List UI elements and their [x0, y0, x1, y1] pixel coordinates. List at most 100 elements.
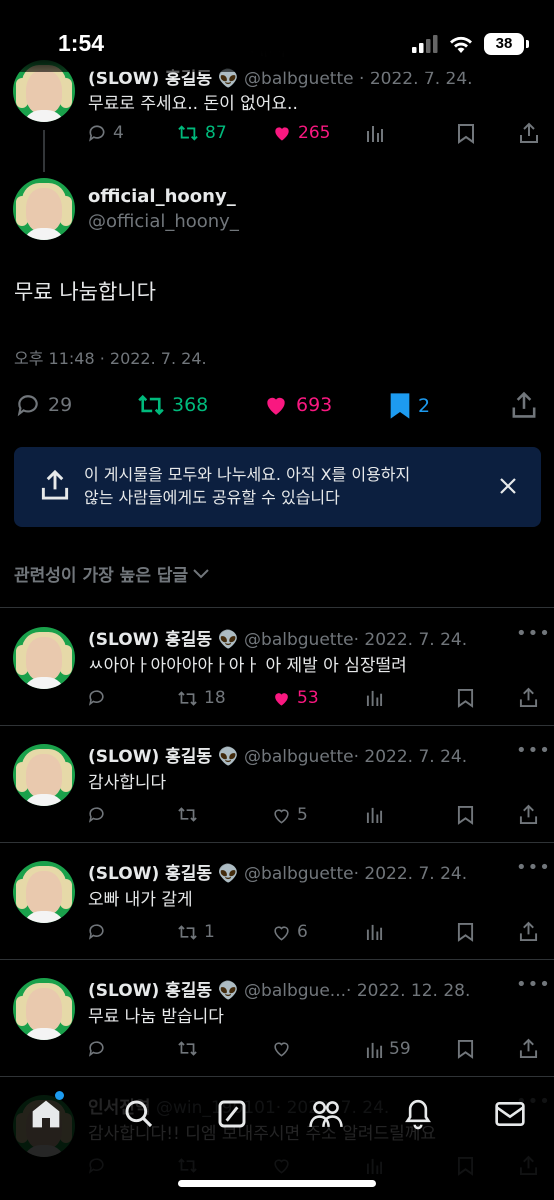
home-indicator	[178, 1180, 376, 1187]
like-count: 693	[296, 394, 333, 416]
status-time: 1:54	[58, 30, 105, 56]
avatar[interactable]	[13, 861, 75, 923]
reply-button[interactable]: 4	[87, 123, 124, 143]
alien-emoji-icon: 👽	[217, 69, 239, 89]
views-count: 59	[389, 1039, 411, 1059]
search-icon[interactable]	[123, 1098, 155, 1130]
views-icon	[366, 924, 383, 940]
views-button[interactable]	[366, 688, 389, 707]
avatar[interactable]	[13, 978, 75, 1040]
author-name[interactable]: official_hoony_	[88, 186, 236, 207]
views-button[interactable]	[366, 123, 384, 143]
author-name: (SLOW) 홍길동	[88, 69, 213, 89]
bookmark-icon	[457, 806, 474, 825]
share-banner-line2: 않는 사람들에게도 공유할 수 있습니다	[84, 488, 340, 507]
reply-icon	[88, 1041, 104, 1057]
retweet-button[interactable]: 368	[136, 392, 208, 418]
more-options-icon[interactable]: •••	[516, 974, 551, 995]
reply-button[interactable]: 29	[14, 392, 72, 418]
notification-dot	[55, 1091, 64, 1100]
close-icon[interactable]	[499, 477, 517, 495]
reply-button[interactable]	[87, 688, 112, 707]
like-button[interactable]: 693	[262, 392, 332, 418]
retweet-count: 368	[172, 394, 209, 416]
bookmark-button[interactable]: 2	[388, 392, 430, 420]
bookmark-count: 2	[418, 395, 431, 417]
bookmark-button[interactable]	[457, 922, 474, 942]
bookmark-button[interactable]	[457, 1039, 474, 1059]
retweet-count: 1	[204, 922, 215, 942]
share-button[interactable]	[519, 687, 538, 708]
share-button[interactable]	[519, 921, 538, 942]
reply-text: 무료 나눔 받습니다	[88, 1007, 224, 1027]
messages-icon[interactable]	[494, 1100, 526, 1128]
like-button[interactable]: 6	[272, 922, 308, 942]
like-button[interactable]: 265	[272, 123, 330, 143]
retweet-count: 87	[205, 123, 227, 143]
avatar[interactable]	[13, 178, 75, 240]
share-banner[interactable]: 이 게시물을 모두와 나누세요. 아직 X를 이용하지 않는 사람들에게도 공유…	[14, 447, 541, 527]
heart-filled-icon	[275, 692, 288, 706]
share-button[interactable]	[519, 804, 538, 825]
retweet-icon	[178, 690, 197, 706]
reply-date: · 2022. 12. 28.	[346, 981, 471, 1001]
bookmark-button[interactable]	[457, 123, 475, 144]
reply-button[interactable]	[87, 805, 112, 824]
more-options-icon[interactable]: •••	[516, 740, 551, 761]
share-button[interactable]	[511, 391, 537, 419]
reply-icon	[17, 395, 38, 417]
views-icon	[366, 690, 383, 706]
home-icon[interactable]	[30, 1098, 62, 1130]
retweet-button[interactable]	[177, 1039, 204, 1058]
tweet-text: 무료로 주세요.. 돈이 없어요..	[88, 94, 298, 114]
reply-text: 오빠 내가 갈게	[88, 890, 193, 910]
more-options-icon[interactable]: •••	[516, 857, 551, 878]
reply-date: · 2022. 7. 24.	[353, 864, 468, 884]
divider	[0, 1076, 554, 1077]
views-button[interactable]: 59	[366, 1039, 411, 1059]
heart-icon	[274, 1042, 289, 1057]
bookmark-button[interactable]	[457, 805, 474, 825]
share-button[interactable]	[519, 1038, 538, 1059]
share-button[interactable]	[519, 122, 539, 144]
alien-emoji-icon: 👽	[217, 981, 239, 1001]
reply-button[interactable]	[87, 922, 112, 941]
like-button[interactable]: 5	[272, 805, 308, 825]
like-count: 53	[297, 688, 319, 708]
views-button[interactable]	[366, 922, 389, 941]
tweet-timestamp[interactable]: 오후 11:48 · 2022. 7. 24.	[14, 345, 207, 369]
views-icon	[366, 1042, 383, 1058]
wifi-icon	[450, 36, 472, 53]
reply-sort-dropdown[interactable]: 관련성이 가장 높은 답글	[14, 561, 210, 586]
author-name: (SLOW) 홍길동	[88, 981, 213, 1001]
like-button[interactable]: 53	[272, 688, 319, 708]
grok-icon[interactable]	[216, 1098, 248, 1130]
retweet-button[interactable]: 1	[177, 922, 215, 942]
author-handle: @balbguette	[244, 864, 354, 884]
retweet-button[interactable]: 87	[177, 123, 227, 143]
avatar[interactable]	[13, 627, 75, 689]
author-handle: @balbguette	[244, 69, 354, 89]
avatar[interactable]	[13, 744, 75, 806]
views-button[interactable]	[366, 805, 389, 824]
reply-button[interactable]	[87, 1039, 112, 1058]
alien-emoji-icon: 👽	[217, 747, 239, 767]
retweet-icon	[178, 1041, 197, 1056]
retweet-icon	[178, 924, 197, 940]
retweet-button[interactable]: 18	[177, 688, 226, 708]
notifications-icon[interactable]	[402, 1096, 434, 1130]
reply-icon	[88, 690, 104, 706]
battery-icon: 38	[484, 33, 529, 55]
author-handle[interactable]: @official_hoony_	[88, 211, 239, 232]
more-options-icon[interactable]: •••	[516, 623, 551, 644]
communities-icon[interactable]	[308, 1097, 344, 1131]
status-bar: 1:54 38	[0, 0, 554, 72]
share-icon	[519, 687, 538, 707]
alien-emoji-icon: 👽	[217, 630, 239, 650]
bookmark-button[interactable]	[457, 688, 474, 708]
cellular-signal-icon	[412, 35, 438, 53]
bookmark-icon	[458, 124, 474, 144]
like-button[interactable]	[272, 1039, 297, 1058]
retweet-button[interactable]	[177, 805, 204, 824]
thread-line	[43, 130, 45, 172]
